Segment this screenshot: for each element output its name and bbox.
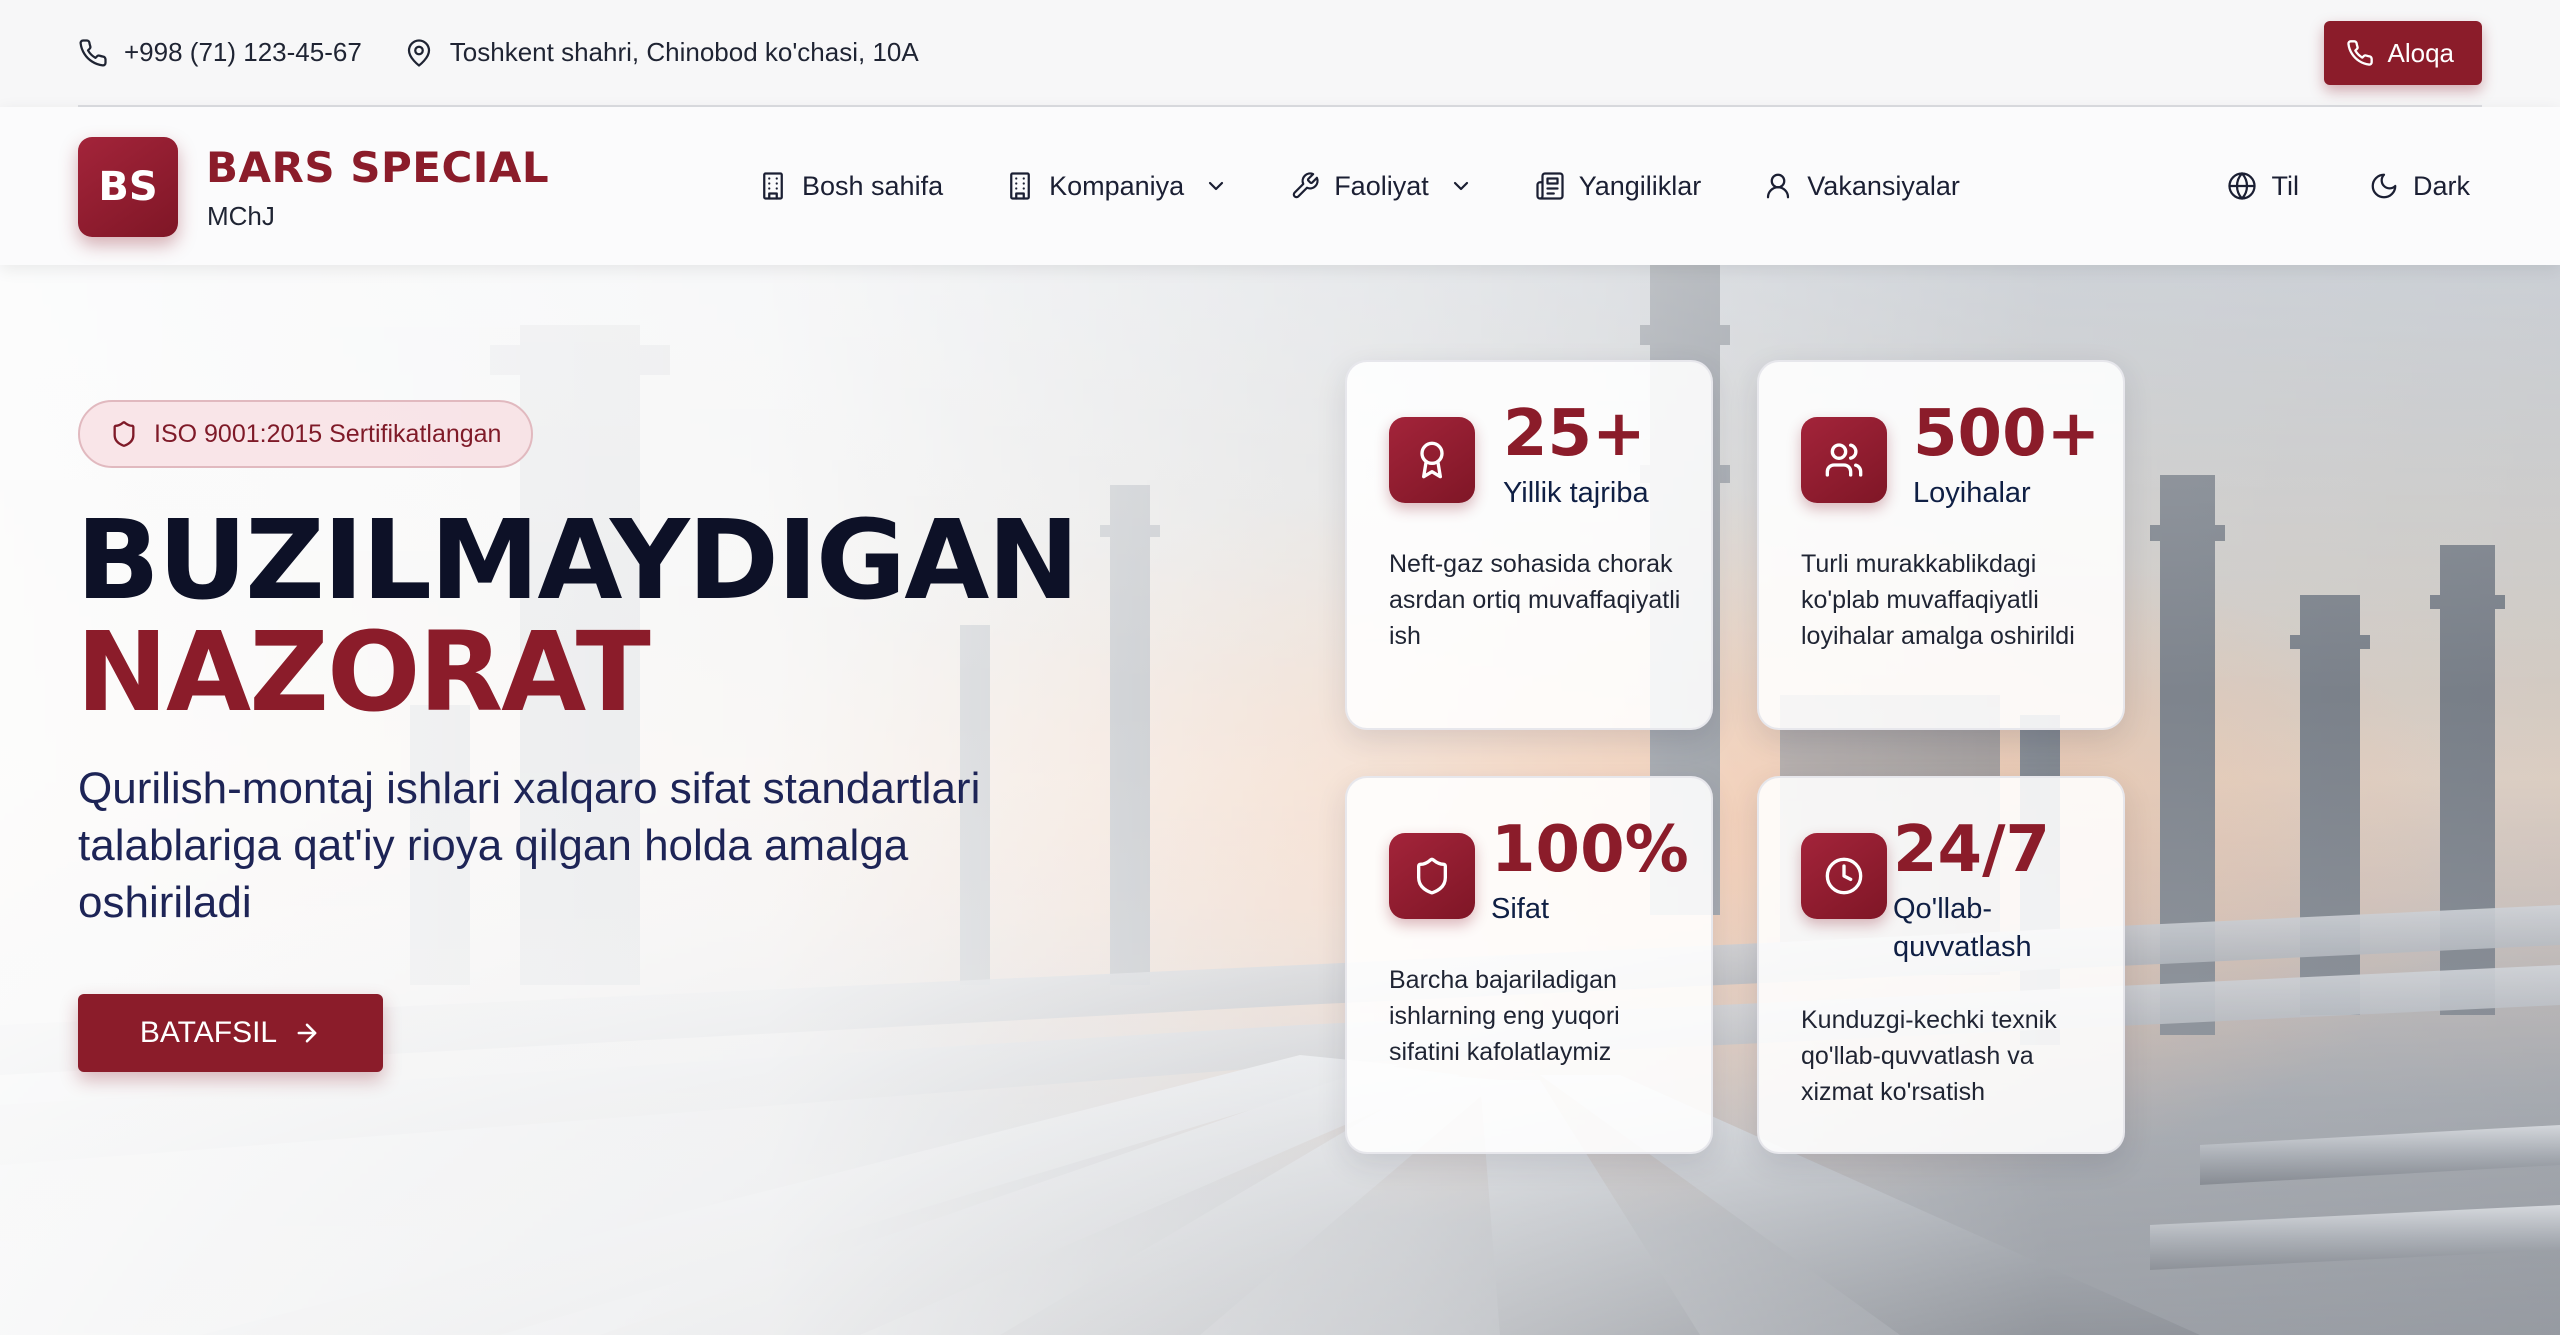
phone-contact[interactable]: +998 (71) 123-45-67 xyxy=(78,37,362,68)
address-text: Toshkent shahri, Chinobod ko'chasi, 10A xyxy=(449,37,919,67)
phone-number: +998 (71) 123-45-67 xyxy=(124,37,362,67)
language-switcher[interactable]: Til xyxy=(2227,171,2299,202)
card-icon-box xyxy=(1801,417,1887,503)
map-pin-icon xyxy=(407,38,430,67)
moon-icon xyxy=(2371,173,2397,199)
chevron-down-icon xyxy=(1209,181,1224,191)
phone-icon xyxy=(2346,40,2373,66)
stat-card-quality: 100% Sifat Barcha bajariladigan ishlarni… xyxy=(1345,776,1713,1154)
nav-item-label: Bosh sahifa xyxy=(802,170,944,201)
nav-item-label: Kompaniya xyxy=(1049,170,1185,201)
nav-item-company[interactable]: Kompaniya xyxy=(1005,171,1228,202)
nav-item-news[interactable]: Yangiliklar xyxy=(1535,170,1702,202)
arrow-right-icon xyxy=(297,1023,317,1043)
card-icon-box xyxy=(1801,833,1887,919)
details-button[interactable]: BATAFSIL xyxy=(78,994,383,1072)
stat-value: 24/7 xyxy=(1893,813,2050,887)
card-icon-box xyxy=(1389,833,1475,919)
stat-description: Turli murakkablikdagi ko'plab muvaffaqiy… xyxy=(1801,550,2075,650)
nav-item-label: Yangiliklar xyxy=(1578,170,1702,201)
certification-badge: ISO 9001:2015 Sertifikatlangan xyxy=(78,400,534,468)
award-icon xyxy=(1420,441,1444,479)
stat-label: Loyihalar xyxy=(1913,477,2031,509)
user-icon xyxy=(1767,173,1790,199)
nav-item-label: Faoliyat xyxy=(1334,170,1429,201)
clock-icon xyxy=(1825,857,1863,895)
stat-description: Neft-gaz sohasida chorak asrdan ortiq mu… xyxy=(1389,550,1681,650)
stat-label: Yillik tajriba xyxy=(1503,477,1649,509)
building-icon xyxy=(1010,172,1030,200)
logo[interactable]: BS xyxy=(78,137,178,237)
nav-menu: Bosh sahifa Kompaniya Faoliyat Yangilikl… xyxy=(758,107,2022,265)
logo-text: BS xyxy=(98,164,158,210)
stat-card-projects: 500+ Loyihalar Turli murakkablikdagi ko'… xyxy=(1757,360,2125,730)
stat-description: Barcha bajariladigan ishlarning eng yuqo… xyxy=(1389,966,1620,1066)
nav-utilities: Til Dark xyxy=(2227,107,2470,265)
nav-item-home[interactable]: Bosh sahifa xyxy=(758,171,943,202)
brand-subtitle: MChJ xyxy=(207,201,275,231)
stat-label: Sifat xyxy=(1491,893,1550,925)
users-icon xyxy=(1825,443,1863,477)
hero-title-line1: BUZILMAYDIGAN xyxy=(76,496,1079,624)
language-label: Til xyxy=(2271,170,2299,201)
nav-item-vacancies[interactable]: Vakansiyalar xyxy=(1763,171,1960,202)
hero-title-line2: NAZORAT xyxy=(76,608,651,736)
main-navbar: BS BARS SPECIAL MChJ Bosh sahifa Kompani… xyxy=(0,107,2560,265)
chevron-down-icon xyxy=(1453,181,1468,191)
stat-card-support: 24/7 Qo'llab-quvvatlash Kunduzgi-kechki … xyxy=(1757,776,2125,1154)
contact-button[interactable]: Aloqa xyxy=(2323,21,2482,85)
phone-icon xyxy=(79,38,107,66)
stat-description: Kunduzgi-kechki texnik qo'llab-quvvatlas… xyxy=(1801,1006,2057,1106)
stat-label: Qo'llab-quvvatlash xyxy=(1893,893,2032,963)
address-contact: Toshkent shahri, Chinobod ko'chasi, 10A xyxy=(404,37,919,68)
nav-item-label: Vakansiyalar xyxy=(1807,170,1960,201)
hero-subtitle: Qurilish-montaj ishlari xalqaro sifat st… xyxy=(78,764,981,927)
theme-toggle[interactable]: Dark xyxy=(2369,171,2470,202)
card-icon-box xyxy=(1389,417,1475,503)
top-contact-bar: +998 (71) 123-45-67 Toshkent shahri, Chi… xyxy=(0,0,2560,107)
building-icon xyxy=(763,172,783,200)
theme-label: Dark xyxy=(2412,170,2470,201)
wrench-icon xyxy=(1292,172,1319,199)
newspaper-icon xyxy=(1536,172,1564,200)
contact-button-label: Aloqa xyxy=(2387,37,2455,68)
shield-icon xyxy=(1417,857,1447,895)
globe-icon xyxy=(2228,172,2257,200)
shield-icon xyxy=(113,421,135,447)
certification-badge-text: ISO 9001:2015 Sertifikatlangan xyxy=(154,419,502,448)
stat-value: 25+ xyxy=(1503,397,1646,471)
stat-card-experience: 25+ Yillik tajriba Neft-gaz sohasida cho… xyxy=(1345,360,1713,730)
stat-value: 100% xyxy=(1491,813,1689,887)
nav-item-activity[interactable]: Faoliyat xyxy=(1290,171,1473,202)
stat-value: 500+ xyxy=(1913,397,2101,471)
details-button-label: BATAFSIL xyxy=(139,1016,278,1049)
brand-name[interactable]: BARS SPECIAL xyxy=(206,143,549,192)
